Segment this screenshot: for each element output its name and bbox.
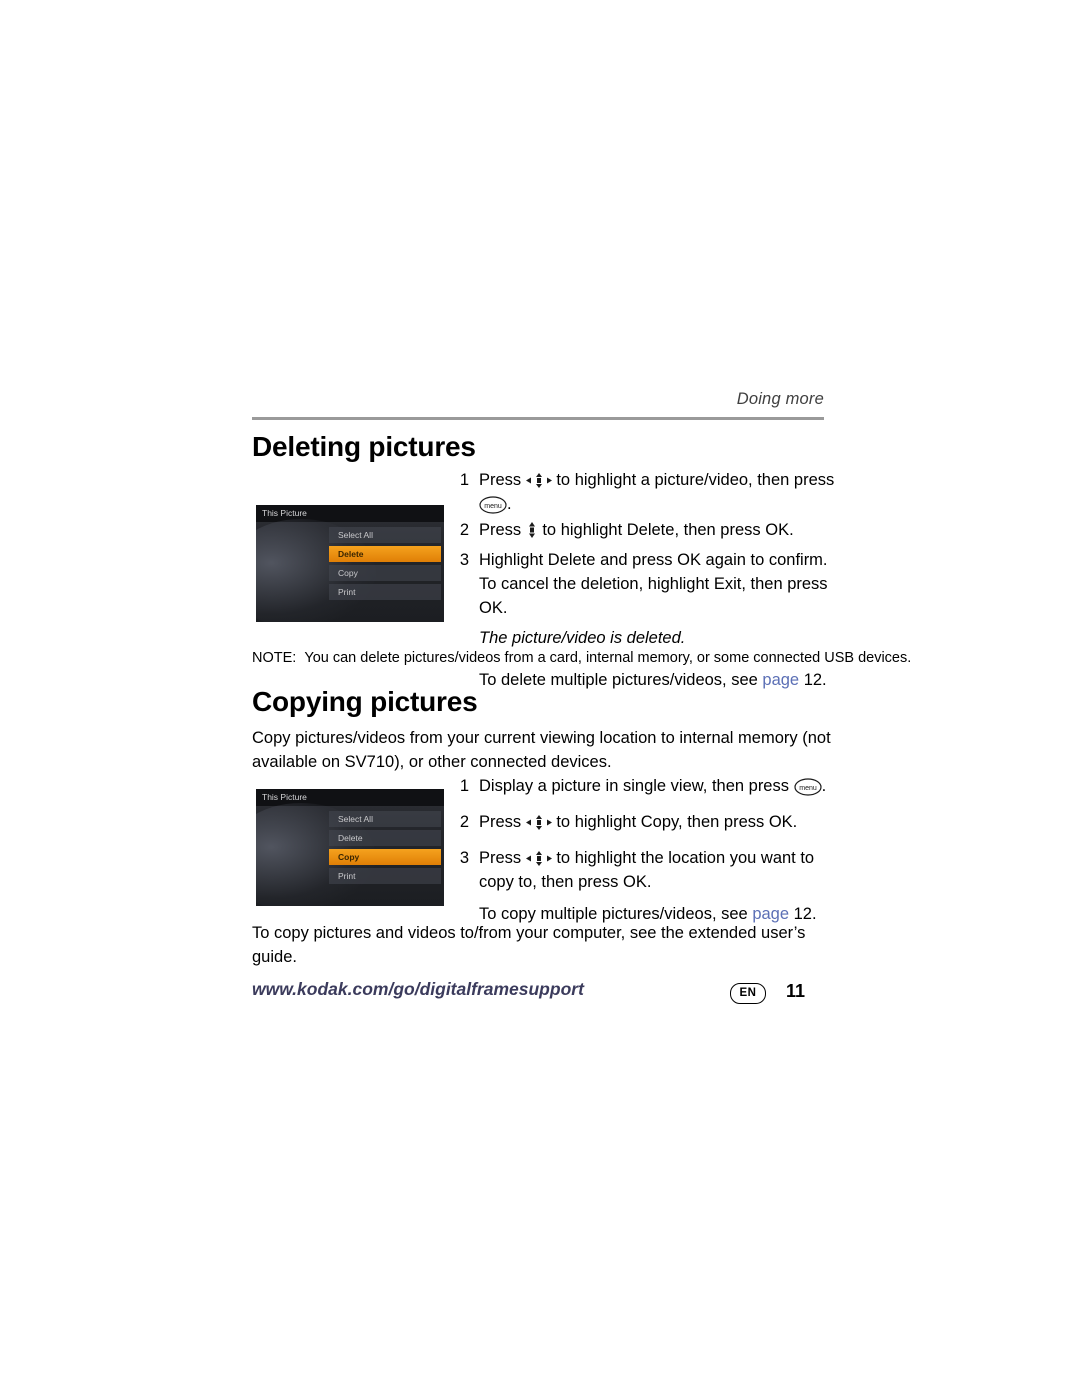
page-link[interactable]: page — [762, 671, 799, 689]
step-item: 3 Press to highlight the location you wa… — [455, 846, 845, 894]
step-item: 2 Press to highlight Copy, then press OK… — [455, 810, 845, 834]
note-label: NOTE: — [252, 650, 297, 666]
language-badge: EN — [730, 983, 766, 1004]
steps-list-copying: 1 Display a picture in single view, then… — [455, 774, 845, 926]
step-item: 1 Display a picture in single view, then… — [455, 774, 845, 798]
deleting-multi-note-row: To delete multiple pictures/videos, see … — [479, 668, 835, 692]
menu-key-icon: menu — [793, 778, 822, 796]
deleting-italic-note: The picture/video is deleted. — [479, 629, 686, 647]
step-number: 3 — [459, 551, 469, 569]
step-text-before: Press — [479, 849, 526, 867]
device-menu: Select All Delete Copy Print — [329, 527, 441, 603]
device-screenshot-delete: This Picture Select All Delete Copy Prin… — [256, 505, 444, 622]
deleting-italic-note-row: The picture/video is deleted. — [479, 626, 835, 650]
four-way-arrow-icon — [525, 473, 552, 488]
step-item: 3 Highlight Delete and press OK again to… — [455, 548, 835, 620]
device-screenshot-copy: This Picture Select All Delete Copy Prin… — [256, 789, 444, 906]
step-item: 1 Press to highlight a picture/video, th… — [455, 468, 835, 516]
running-header: Doing more — [736, 390, 824, 408]
up-down-arrow-icon — [526, 522, 538, 538]
step-number: 2 — [459, 521, 469, 539]
step-text: Display a picture in single view, then p… — [479, 774, 845, 798]
four-way-arrow-icon — [525, 815, 552, 830]
step-text: Press to highlight a picture/video, then… — [479, 468, 835, 516]
section-heading-copying: Copying pictures — [252, 686, 478, 717]
step-text: Press to highlight the location you want… — [479, 846, 845, 894]
multi-note-before: To delete multiple pictures/videos, see — [479, 671, 763, 689]
svg-text:menu: menu — [799, 785, 817, 792]
step-item: 2 Press to highlight Delete, then press … — [455, 518, 835, 542]
copying-intro-paragraph: Copy pictures/videos from your current v… — [252, 729, 831, 771]
menu-key-icon: menu — [479, 496, 507, 514]
step-text-before: Press — [479, 471, 526, 489]
header-rule — [252, 417, 824, 420]
four-way-arrow-icon — [525, 851, 552, 866]
menu-item-select-all: Select All — [329, 811, 441, 827]
step-text: Press to highlight Copy, then press OK. — [479, 810, 845, 834]
menu-item-delete: Delete — [329, 546, 441, 562]
step-text-after: to highlight Delete, then press OK. — [537, 521, 794, 539]
menu-item-copy: Copy — [329, 849, 441, 865]
step-text-before: Display a picture in single view, then p… — [479, 777, 794, 795]
menu-item-print: Print — [329, 868, 441, 884]
step-number: 1 — [459, 777, 469, 795]
step-text-after: to highlight a picture/video, then press — [551, 471, 835, 489]
step-number: 2 — [459, 813, 469, 831]
step-text-before: Press — [479, 521, 526, 539]
section-heading-deleting: Deleting pictures — [252, 431, 476, 462]
menu-item-copy: Copy — [329, 565, 441, 581]
menu-item-print: Print — [329, 584, 441, 600]
page-number: 11 — [786, 981, 806, 1001]
note-text: You can delete pictures/videos from a ca… — [304, 650, 912, 666]
note-line: NOTE: You can delete pictures/videos fro… — [252, 648, 911, 668]
step-number: 1 — [459, 471, 469, 489]
step-number: 3 — [459, 849, 469, 867]
step-text-end: . — [821, 777, 827, 795]
step-text: Highlight Delete and press OK again to c… — [479, 551, 828, 617]
menu-item-delete: Delete — [329, 830, 441, 846]
closing-paragraph: To copy pictures and videos to/from your… — [252, 924, 806, 966]
multi-note-after: 12. — [799, 671, 827, 689]
document-page: Doing more Deleting pictures This Pictur… — [0, 0, 1080, 1397]
step-text-end: . — [507, 495, 512, 513]
device-menu: Select All Delete Copy Print — [329, 811, 441, 887]
step-text-after: to highlight Copy, then press OK. — [551, 813, 798, 831]
footer-url[interactable]: www.kodak.com/go/digitalframesupport — [252, 979, 584, 1000]
svg-text:menu: menu — [484, 503, 502, 510]
step-text: Press to highlight Delete, then press OK… — [479, 518, 835, 542]
step-text-before: Press — [479, 813, 526, 831]
menu-item-select-all: Select All — [329, 527, 441, 543]
